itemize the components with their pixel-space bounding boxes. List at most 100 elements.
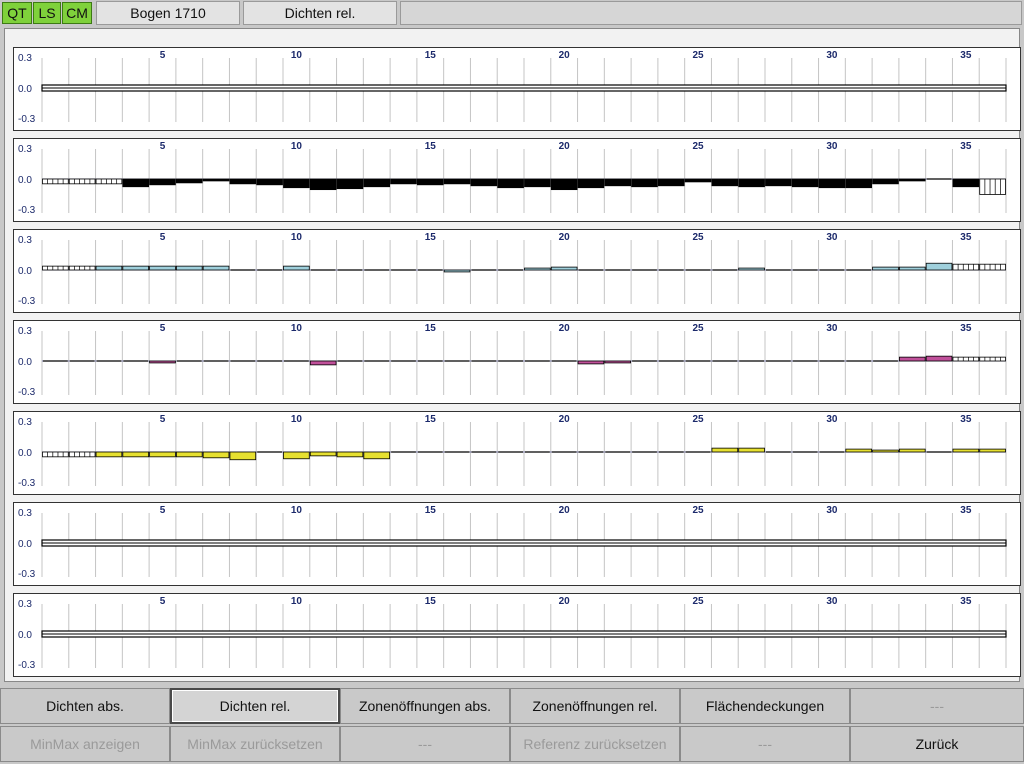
x-tick-label: 25	[692, 323, 704, 334]
x-tick-label: 30	[826, 232, 838, 243]
cm-badge[interactable]: CM	[62, 2, 92, 24]
zone-chart-4: 0.3 0.0 -0.3 5 10 15 20 25 30 35	[13, 320, 1021, 404]
zone-bar	[309, 360, 337, 366]
zone-bar	[765, 178, 792, 187]
x-tick-label: 5	[160, 141, 166, 152]
empty-button-2[interactable]: ---	[340, 726, 510, 762]
zone-bar	[175, 451, 203, 458]
y-tick-label: 0.3	[18, 508, 32, 519]
zone-bar	[309, 451, 337, 457]
top-bar: QT LS CM Bogen 1710 Dichten rel.	[0, 0, 1024, 26]
x-tick-label: 35	[960, 141, 972, 152]
zone-bar	[738, 447, 765, 453]
empty-button-3[interactable]: ---	[680, 726, 850, 762]
zone-bar	[550, 178, 578, 191]
x-tick-label: 20	[559, 50, 571, 61]
x-tick-label: 30	[826, 596, 838, 607]
zone-bar	[149, 451, 176, 458]
x-tick-label: 10	[291, 50, 303, 61]
y-tick-label: 0.0	[18, 357, 32, 368]
zone-bar	[309, 178, 337, 191]
zone-bar-hatched	[42, 178, 69, 185]
dichten-rel-button[interactable]: Dichten rel.	[170, 688, 340, 724]
zone-bar	[791, 178, 819, 188]
zone-bar	[657, 178, 685, 187]
zone-bar-hatched	[952, 356, 980, 362]
y-tick-label: 0.0	[18, 266, 32, 277]
zone-chart-7-svg: 0.3 0.0 -0.3 5 10 15 20 25 30 35	[18, 596, 1007, 671]
zone-bar	[738, 267, 765, 271]
view-tab[interactable]: Dichten rel.	[243, 1, 397, 25]
y-tick-label: 0.3	[18, 53, 32, 64]
zone-bar	[229, 451, 257, 461]
zonenoeffnungen-rel-button[interactable]: Zonenöffnungen rel.	[510, 688, 680, 724]
ls-badge[interactable]: LS	[33, 2, 61, 24]
zone-chart-3: 0.3 0.0 -0.3 5 10 15 20 25 30 35	[13, 229, 1021, 313]
x-tick-label: 5	[160, 505, 166, 516]
zone-bar-hatched	[979, 178, 1006, 195]
zone-bar	[363, 451, 391, 460]
y-tick-label: -0.3	[18, 296, 36, 307]
qt-badge[interactable]: QT	[2, 2, 32, 24]
empty-button-1[interactable]: ---	[850, 688, 1024, 724]
zone-bar	[631, 178, 658, 188]
x-tick-label: 15	[425, 232, 437, 243]
zone-bar-hatched	[95, 178, 123, 185]
y-tick-label: -0.3	[18, 478, 36, 489]
zone-bar	[497, 178, 524, 189]
x-tick-label: 15	[425, 505, 437, 516]
x-tick-label: 35	[960, 323, 972, 334]
zone-bar-hatched	[68, 451, 96, 458]
dichten-abs-button[interactable]: Dichten abs.	[0, 688, 170, 724]
zone-bar-hatched	[42, 451, 69, 458]
x-tick-label: 15	[425, 596, 437, 607]
y-tick-label: 0.3	[18, 144, 32, 155]
zone-bar	[390, 178, 417, 185]
y-tick-label: 0.0	[18, 539, 32, 550]
zone-bar	[149, 178, 176, 186]
x-tick-label: 30	[826, 414, 838, 425]
zone-bar	[470, 178, 498, 187]
y-tick-label: -0.3	[18, 114, 36, 125]
zone-bar-hatched	[979, 356, 1006, 362]
x-tick-label: 5	[160, 323, 166, 334]
zone-bar	[898, 356, 926, 362]
zone-bar	[149, 360, 176, 364]
zone-bar-hatched	[979, 263, 1006, 271]
zone-bar	[604, 178, 632, 187]
minmax-zuruecksetzen-button[interactable]: MinMax zurücksetzen	[170, 726, 340, 762]
x-tick-label: 10	[291, 414, 303, 425]
x-tick-label: 15	[425, 141, 437, 152]
x-tick-label: 15	[425, 414, 437, 425]
x-tick-label: 25	[692, 141, 704, 152]
y-tick-label: 0.3	[18, 235, 32, 246]
zone-bar	[202, 265, 230, 271]
zone-bar	[711, 178, 739, 187]
y-tick-label: 0.3	[18, 326, 32, 337]
zone-chart-3-svg: 0.3 0.0 -0.3 5 10 15 20 25 30 35	[18, 232, 1007, 307]
x-tick-label: 30	[826, 323, 838, 334]
zurueck-button[interactable]: Zurück	[850, 726, 1024, 762]
zone-bar	[577, 360, 605, 365]
referenz-zuruecksetzen-button[interactable]: Referenz zurücksetzen	[510, 726, 680, 762]
zone-chart-6-svg: 0.3 0.0 -0.3 5 10 15 20 25 30 35	[18, 505, 1007, 580]
zone-bar	[149, 265, 176, 271]
x-tick-label: 20	[559, 232, 571, 243]
zone-bar-hatched	[68, 178, 96, 185]
x-tick-label: 20	[559, 505, 571, 516]
zone-bar	[872, 266, 899, 271]
zone-bar	[416, 178, 444, 186]
zone-bar	[524, 267, 551, 271]
zone-bar	[363, 178, 391, 188]
x-tick-label: 35	[960, 232, 972, 243]
zone-bar	[711, 447, 739, 453]
y-tick-label: -0.3	[18, 205, 36, 216]
x-tick-label: 25	[692, 232, 704, 243]
flaechendeckungen-button[interactable]: Flächendeckungen	[680, 688, 850, 724]
sheet-tab[interactable]: Bogen 1710	[96, 1, 240, 25]
x-tick-label: 30	[826, 141, 838, 152]
zone-bar	[872, 178, 899, 185]
zonenoeffnungen-abs-button[interactable]: Zonenöffnungen abs.	[340, 688, 510, 724]
y-tick-label: 0.0	[18, 175, 32, 186]
minmax-anzeigen-button[interactable]: MinMax anzeigen	[0, 726, 170, 762]
